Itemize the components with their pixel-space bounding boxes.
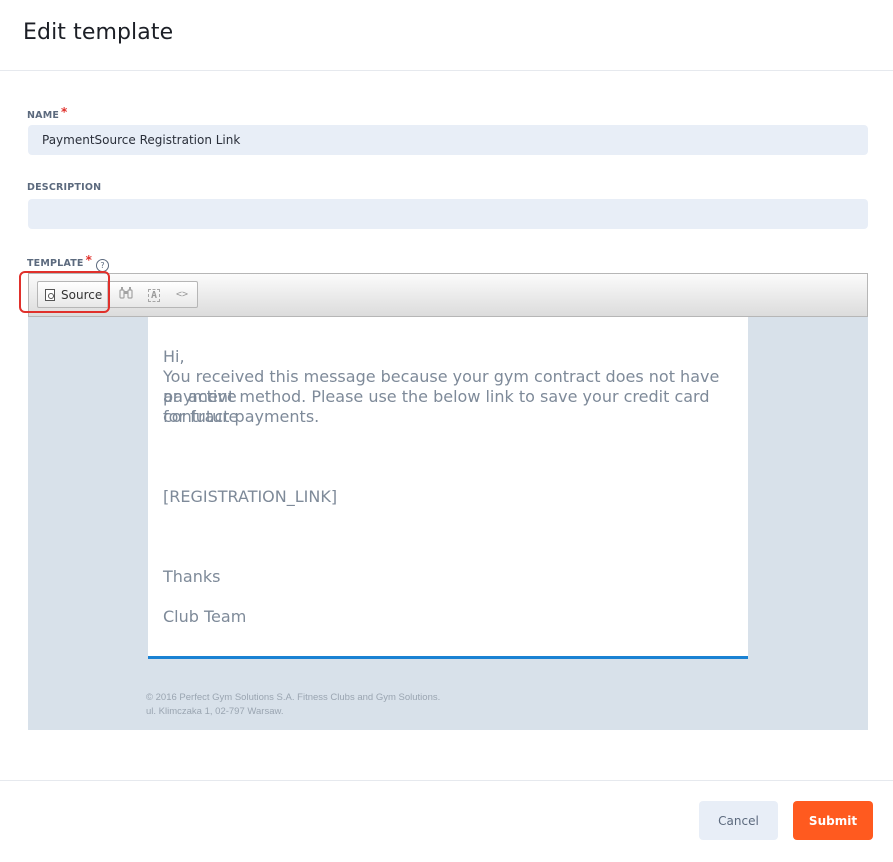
name-input[interactable]: PaymentSource Registration Link xyxy=(28,125,868,155)
submit-button[interactable]: Submit xyxy=(793,801,873,840)
dialog-header: Edit template xyxy=(0,0,893,71)
registration-link-placeholder: [REGISTRATION_LINK] xyxy=(163,487,338,506)
source-document-icon xyxy=(45,288,55,301)
cancel-button[interactable]: Cancel xyxy=(699,801,778,840)
description-input[interactable] xyxy=(28,199,868,229)
template-editor[interactable]: Hi, You received this message because yo… xyxy=(28,317,868,730)
help-icon[interactable]: ? xyxy=(96,259,110,272)
binoculars-icon[interactable] xyxy=(116,286,136,304)
template-label: TEMPLATE *? xyxy=(27,253,110,272)
required-mark: * xyxy=(85,253,93,267)
binoculars-icon-svg xyxy=(119,287,133,299)
email-signature: Club Team xyxy=(163,607,247,626)
page-title: Edit template xyxy=(23,20,174,45)
required-mark: * xyxy=(61,105,68,119)
description-label: DESCRIPTION xyxy=(27,182,102,193)
name-label: NAME * xyxy=(27,105,68,121)
editor-toolbar: Source A <> xyxy=(28,273,868,317)
template-label-text: TEMPLATE xyxy=(27,258,84,269)
toolbar-button-group: Source A <> xyxy=(37,281,198,308)
email-greeting: Hi, xyxy=(163,347,185,366)
email-footer-address: ul. Klimczaka 1, 02-797 Warsaw. xyxy=(146,706,284,717)
remove-format-glyph: A xyxy=(147,289,161,302)
source-button-label: Source xyxy=(61,287,103,302)
remove-format-icon[interactable]: A xyxy=(144,286,164,304)
email-body-line: contract payments. xyxy=(163,407,320,426)
name-label-text: NAME xyxy=(27,110,60,121)
code-icon[interactable]: <> xyxy=(172,286,192,304)
footer-divider xyxy=(0,780,893,781)
email-thanks: Thanks xyxy=(163,567,221,586)
source-button[interactable]: Source xyxy=(38,282,108,307)
email-preview: Hi, You received this message because yo… xyxy=(148,317,748,659)
email-footer-copyright: © 2016 Perfect Gym Solutions S.A. Fitnes… xyxy=(146,692,441,703)
